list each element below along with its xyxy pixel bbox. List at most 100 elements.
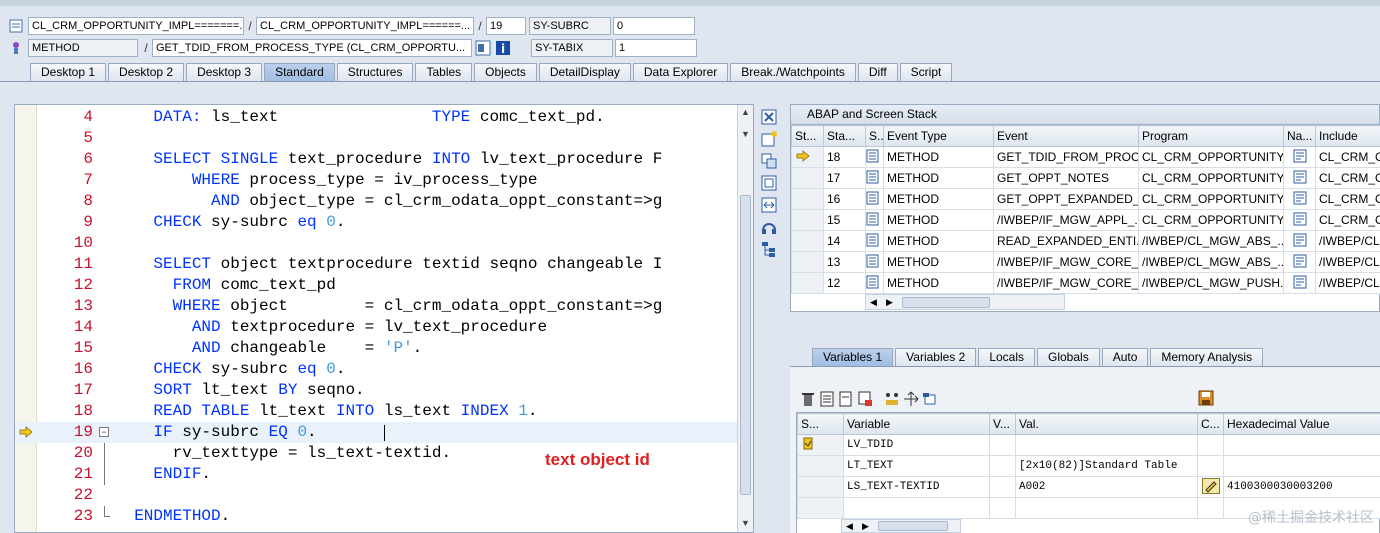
stack-column-header[interactable]: St... — [791, 125, 824, 147]
vars-horizontal-scrollbar[interactable]: ◀ ▶ — [841, 519, 961, 533]
services-icon[interactable] — [760, 218, 778, 236]
var-tab-variables-2[interactable]: Variables 2 — [895, 348, 977, 366]
var-tab-locals[interactable]: Locals — [978, 348, 1035, 366]
navigate-source-icon[interactable] — [1293, 233, 1307, 247]
code-line[interactable]: 15 AND changeable = 'P'. — [15, 338, 739, 359]
scroll-left-icon[interactable]: ◀ — [846, 521, 853, 532]
scroll-right-icon[interactable]: ▶ — [862, 521, 869, 532]
var-column-header[interactable]: Hexadecimal Value — [1223, 413, 1380, 435]
code-line[interactable]: 10 — [15, 233, 739, 254]
sy-subrc-value[interactable]: 0 — [613, 17, 695, 35]
transfer-icon[interactable] — [884, 391, 900, 407]
variable-name[interactable]: LV_TDID — [843, 434, 990, 456]
var-column-header[interactable]: C... — [1197, 413, 1224, 435]
code-line[interactable]: 23 ENDMETHOD. — [15, 506, 739, 527]
hscroll-thumb[interactable] — [902, 297, 990, 308]
tab-standard[interactable]: Standard — [264, 63, 335, 81]
navigate-icon[interactable] — [903, 391, 919, 407]
document-icon[interactable] — [838, 391, 854, 407]
delete-icon[interactable] — [800, 391, 816, 407]
stack-column-header[interactable]: Program — [1138, 125, 1284, 147]
fold-toggle-icon[interactable]: − — [99, 427, 109, 437]
editor-vertical-scrollbar[interactable]: ▲ ▼ ▼ — [737, 105, 753, 532]
scroll-left-icon[interactable]: ◀ — [870, 297, 877, 308]
code-line[interactable]: 22 — [15, 485, 739, 506]
navigate-source-icon[interactable] — [1293, 149, 1307, 163]
tab-script[interactable]: Script — [899, 63, 953, 81]
hscroll-thumb[interactable] — [878, 521, 948, 531]
code-line[interactable]: 12 FROM comc_text_pd — [15, 275, 739, 296]
tab-diff[interactable]: Diff — [857, 63, 898, 81]
var-column-header[interactable]: S... — [797, 413, 844, 435]
scroll-down-icon[interactable]: ▼ — [741, 518, 751, 528]
line-field[interactable]: 19 — [486, 17, 526, 35]
var-tab-auto[interactable]: Auto — [1101, 348, 1149, 366]
source-display-icon[interactable] — [475, 40, 491, 56]
tab-data-explorer[interactable]: Data Explorer — [632, 63, 729, 81]
var-column-header[interactable]: Variable — [843, 413, 990, 435]
code-line[interactable]: 16 CHECK sy-subrc eq 0. — [15, 359, 739, 380]
var-tab-memory-analysis[interactable]: Memory Analysis — [1150, 348, 1264, 366]
sy-tabix-value[interactable]: 1 — [615, 39, 697, 57]
code-line[interactable]: 17 SORT lt_text BY seqno. — [15, 380, 739, 401]
code-line[interactable]: 11 SELECT object textprocedure textid se… — [15, 254, 739, 275]
close-icon[interactable] — [760, 108, 778, 126]
stack-row[interactable]: 17 METHOD GET_OPPT_NOTES CL_CRM_OPPORTUNITY… — [791, 167, 1380, 189]
stack-horizontal-scrollbar[interactable]: ◀ ▶ — [865, 294, 1065, 310]
variable-row[interactable]: LS_TEXT-TEXTID A002 4100300030003200 — [797, 476, 1380, 498]
stack-column-header[interactable]: Include — [1315, 125, 1380, 147]
navigate-source-icon[interactable] — [1293, 275, 1307, 289]
scroll-right-icon[interactable]: ▶ — [886, 297, 893, 308]
tab-desktop-3[interactable]: Desktop 3 — [186, 63, 263, 81]
replace-tool-icon[interactable] — [760, 152, 778, 170]
stack-row[interactable]: 12 METHOD/IWBEP/IF_MGW_CORE_.../IWBEP/CL_… — [791, 272, 1380, 294]
scroll-page-icon[interactable]: ▼ — [741, 129, 751, 139]
navigate-source-icon[interactable] — [1293, 191, 1307, 205]
var-tab-variables-1[interactable]: Variables 1 — [812, 348, 894, 366]
var-column-header[interactable]: Val. — [1015, 413, 1198, 435]
tab-break-watchpoints[interactable]: Break./Watchpoints — [730, 63, 856, 81]
include-field[interactable]: CL_CRM_OPPORTUNITY_IMPL======... — [256, 17, 474, 35]
variable-row[interactable]: LT_TEXT [2x10(82)]Standard Table — [797, 455, 1380, 477]
tab-desktop-2[interactable]: Desktop 2 — [108, 63, 185, 81]
save-icon[interactable] — [1198, 390, 1214, 406]
new-tool-icon[interactable] — [760, 130, 778, 148]
var-tab-globals[interactable]: Globals — [1037, 348, 1100, 366]
scroll-up-icon[interactable]: ▲ — [741, 107, 751, 117]
export-icon[interactable] — [857, 391, 873, 407]
info-icon[interactable]: i — [495, 40, 511, 56]
tab-tables[interactable]: Tables — [415, 63, 473, 81]
stack-row[interactable]: 15 METHOD/IWBEP/IF_MGW_APPL_... CL_CRM_OPP… — [791, 209, 1380, 231]
window-icon[interactable] — [922, 391, 938, 407]
tab-objects[interactable]: Objects — [474, 63, 537, 81]
stack-column-header[interactable]: S... — [865, 125, 884, 147]
variable-name[interactable]: LT_TEXT — [843, 455, 990, 477]
stack-column-header[interactable]: Sta... — [823, 125, 866, 147]
scroll-thumb[interactable] — [740, 195, 751, 495]
code-line[interactable]: 19 IF sy-subrc EQ 0. − — [15, 422, 739, 443]
stack-row[interactable]: 16 METHOD GET_OPPT_EXPANDED_... CL_CRM_OPPO… — [791, 188, 1380, 210]
stack-row[interactable]: 18 METHOD GET_TDID_FROM_PROC... CL_CRM_OPPO… — [791, 146, 1380, 168]
maximize-icon[interactable] — [760, 174, 778, 192]
code-line[interactable]: 6 SELECT SINGLE text_procedure INTO lv_t… — [15, 149, 739, 170]
swap-icon[interactable] — [760, 196, 778, 214]
navigate-source-icon[interactable] — [1293, 212, 1307, 226]
tab-structures[interactable]: Structures — [336, 63, 414, 81]
code-line[interactable]: 13 WHERE object = cl_crm_odata_oppt_cons… — [15, 296, 739, 317]
program-field[interactable]: CL_CRM_OPPORTUNITY_IMPL=======... — [28, 17, 244, 35]
code-line[interactable]: 7 WHERE process_type = iv_process_type — [15, 170, 739, 191]
code-line[interactable]: 18 READ TABLE lt_text INTO ls_text INDEX… — [15, 401, 739, 422]
stack-column-header[interactable]: Event Type — [883, 125, 994, 147]
code-line[interactable]: 4 DATA: ls_text TYPE comc_text_pd. — [15, 107, 739, 128]
stack-row[interactable]: 14 METHOD READ_EXPANDED_ENTI.../IWBEP/CL_M… — [791, 230, 1380, 252]
navigate-source-icon[interactable] — [1293, 170, 1307, 184]
method-field[interactable]: GET_TDID_FROM_PROCESS_TYPE (CL_CRM_OPPOR… — [152, 39, 472, 57]
stack-column-header[interactable]: Event — [993, 125, 1139, 147]
var-column-header[interactable]: V... — [989, 413, 1016, 435]
code-line[interactable]: 8 AND object_type = cl_crm_odata_oppt_co… — [15, 191, 739, 212]
details-icon[interactable] — [819, 391, 835, 407]
tree-icon[interactable] — [760, 240, 778, 258]
tab-desktop-1[interactable]: Desktop 1 — [30, 63, 107, 81]
stack-column-header[interactable]: Na... — [1283, 125, 1316, 147]
code-line[interactable]: 14 AND textprocedure = lv_text_procedure — [15, 317, 739, 338]
